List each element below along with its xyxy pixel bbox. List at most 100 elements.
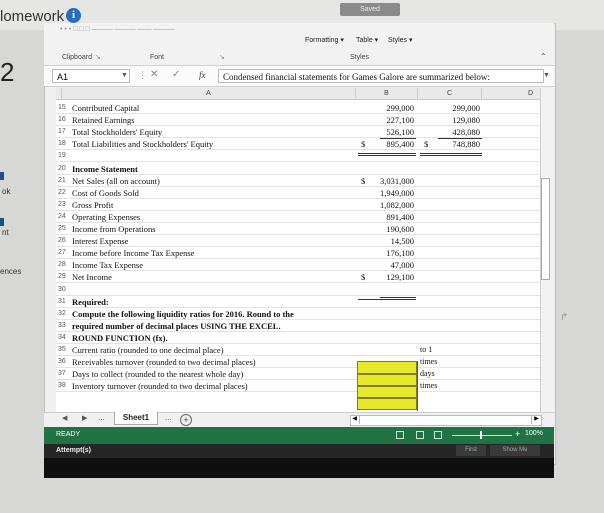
cell-b[interactable]: 1,949,000 [356,188,414,198]
name-box[interactable]: A1 [52,69,130,83]
cell-a[interactable]: ROUND FUNCTION (fx). [72,333,168,343]
zoom-level[interactable]: 100% [525,430,543,437]
cell-a[interactable]: Operating Expenses [72,212,140,222]
row-number[interactable]: 20 [58,165,66,172]
tab-next-icon[interactable]: ▶ [82,414,87,422]
cell-a[interactable]: Cost of Goods Sold [72,188,139,198]
cell-b[interactable]: 14,500 [356,236,414,246]
row-number[interactable]: 23 [58,201,66,208]
side-label-nt[interactable]: nt [2,228,9,237]
info-icon[interactable]: i [66,8,81,23]
row-number[interactable]: 15 [58,104,66,111]
sheet-tab-sheet1[interactable]: Sheet1 [114,412,158,425]
cell-b[interactable]: 227,100 [356,115,414,125]
cell-a[interactable]: Receivables turnover (rounded to two dec… [72,357,256,367]
cell-c[interactable]: 299,000 [418,103,480,113]
row-number[interactable]: 25 [58,225,66,232]
row-number[interactable]: 32 [58,310,66,317]
horizontal-scrollbar[interactable] [350,415,542,426]
cell-b[interactable]: 190,600 [356,224,414,234]
cell-a[interactable]: Income before Income Tax Expense [72,248,194,258]
cell-a[interactable]: Net Sales (all on account) [72,176,160,186]
cell-c[interactable]: 428,080 [418,127,480,137]
vertical-scroll-thumb[interactable] [541,178,550,280]
conditional-formatting-button[interactable]: Formatting ▾ [305,36,344,44]
normal-view-icon[interactable] [396,431,404,439]
enter-icon[interactable]: ✓ [172,69,180,80]
row-number[interactable]: 16 [58,116,66,123]
row-number[interactable]: 35 [58,346,66,353]
unit-label[interactable]: to 1 [420,345,432,354]
unit-label[interactable]: times [420,357,437,366]
row-number[interactable]: 17 [58,128,66,135]
row-number[interactable]: 29 [58,273,66,280]
cell-c[interactable]: 129,080 [418,115,480,125]
row-number[interactable]: 31 [58,298,66,305]
row-number[interactable]: 28 [58,261,66,268]
cell-a[interactable]: Days to collect (rounded to the nearest … [72,369,243,379]
cell-styles-button[interactable]: Styles ▾ [388,36,413,44]
row-number[interactable]: 36 [58,358,66,365]
answer-cell-inventory-turnover[interactable] [357,398,417,410]
cell-b[interactable]: 891,400 [356,212,414,222]
column-header-a[interactable]: A [62,88,356,100]
answer-cell-receivables-turnover[interactable] [357,374,417,386]
show-me-button[interactable]: Show Me [490,445,540,456]
answer-cell-current-ratio[interactable] [357,361,417,374]
cancel-icon[interactable]: ✕ [150,69,158,80]
cell-a[interactable]: Income from Operations [72,224,156,234]
row-number[interactable]: 38 [58,382,66,389]
formula-input[interactable]: Condensed financial statements for Games… [218,69,544,83]
row-number[interactable]: 34 [58,334,66,341]
cell-a[interactable]: Required: [72,297,109,307]
cell-a[interactable]: Compute the following liquidity ratios f… [72,309,294,319]
cell-a[interactable]: Inventory turnover (rounded to two decim… [72,381,248,391]
tab-ellipsis-right[interactable]: ... [165,413,172,422]
add-sheet-button[interactable]: + [180,414,192,426]
page-break-view-icon[interactable] [434,431,442,439]
row-number[interactable]: 30 [58,286,66,293]
answer-cell-days-to-collect[interactable] [357,386,417,398]
row-number[interactable]: 26 [58,237,66,244]
column-header-c[interactable]: C [418,88,482,100]
expand-formula-icon[interactable]: ▼ [543,72,550,79]
row-number[interactable]: 27 [58,249,66,256]
row-number[interactable]: 21 [58,177,66,184]
column-header-b[interactable]: B [356,88,418,100]
page-layout-view-icon[interactable] [416,431,424,439]
row-number[interactable]: 19 [58,152,66,159]
cell-a[interactable]: Total Liabilities and Stockholders' Equi… [72,139,213,149]
cell-a[interactable]: Income Tax Expense [72,260,143,270]
font-launcher-icon[interactable]: ↘ [219,53,225,61]
column-header-d[interactable]: D [482,88,540,100]
cell-a[interactable]: Retained Earnings [72,115,135,125]
cell-b[interactable]: 1,082,000 [356,200,414,210]
cell-b[interactable]: 47,000 [356,260,414,270]
cell-a[interactable]: Total Stockholders' Equity [72,127,162,137]
cell-a[interactable]: Income Statement [72,164,138,174]
side-label-ok[interactable]: ok [2,187,10,196]
ribbon-top-controls[interactable]: • • • □ □ □ ——— ——— —— ——— [60,26,175,33]
row-number[interactable]: 33 [58,322,66,329]
unit-label[interactable]: times [420,381,437,390]
cell-a[interactable]: Gross Profit [72,200,113,210]
format-as-table-button[interactable]: Table ▾ [356,36,378,44]
insert-function-button[interactable]: fx [199,70,206,80]
cell-b[interactable]: 129,100 [356,272,414,282]
clipboard-launcher-icon[interactable]: ↘ [95,53,101,61]
zoom-slider[interactable] [452,435,512,436]
cell-a[interactable]: Net Income [72,272,112,282]
cell-a[interactable]: required number of decimal places USING … [72,321,281,331]
collapse-ribbon-icon[interactable]: ⌃ [540,52,547,61]
cell-b[interactable]: 299,000 [356,103,414,113]
cell-a[interactable]: Interest Expense [72,236,128,246]
tab-prev-icon[interactable]: ◀ [62,414,67,422]
unit-label[interactable]: days [420,369,435,378]
first-button[interactable]: First [456,445,486,456]
cell-a[interactable]: Current ratio (rounded to one decimal pl… [72,345,224,355]
row-number[interactable]: 18 [58,140,66,147]
row-number[interactable]: 22 [58,189,66,196]
row-number[interactable]: 24 [58,213,66,220]
zoom-slider-knob[interactable] [480,431,482,439]
cell-c[interactable]: 748,880 [418,139,480,149]
